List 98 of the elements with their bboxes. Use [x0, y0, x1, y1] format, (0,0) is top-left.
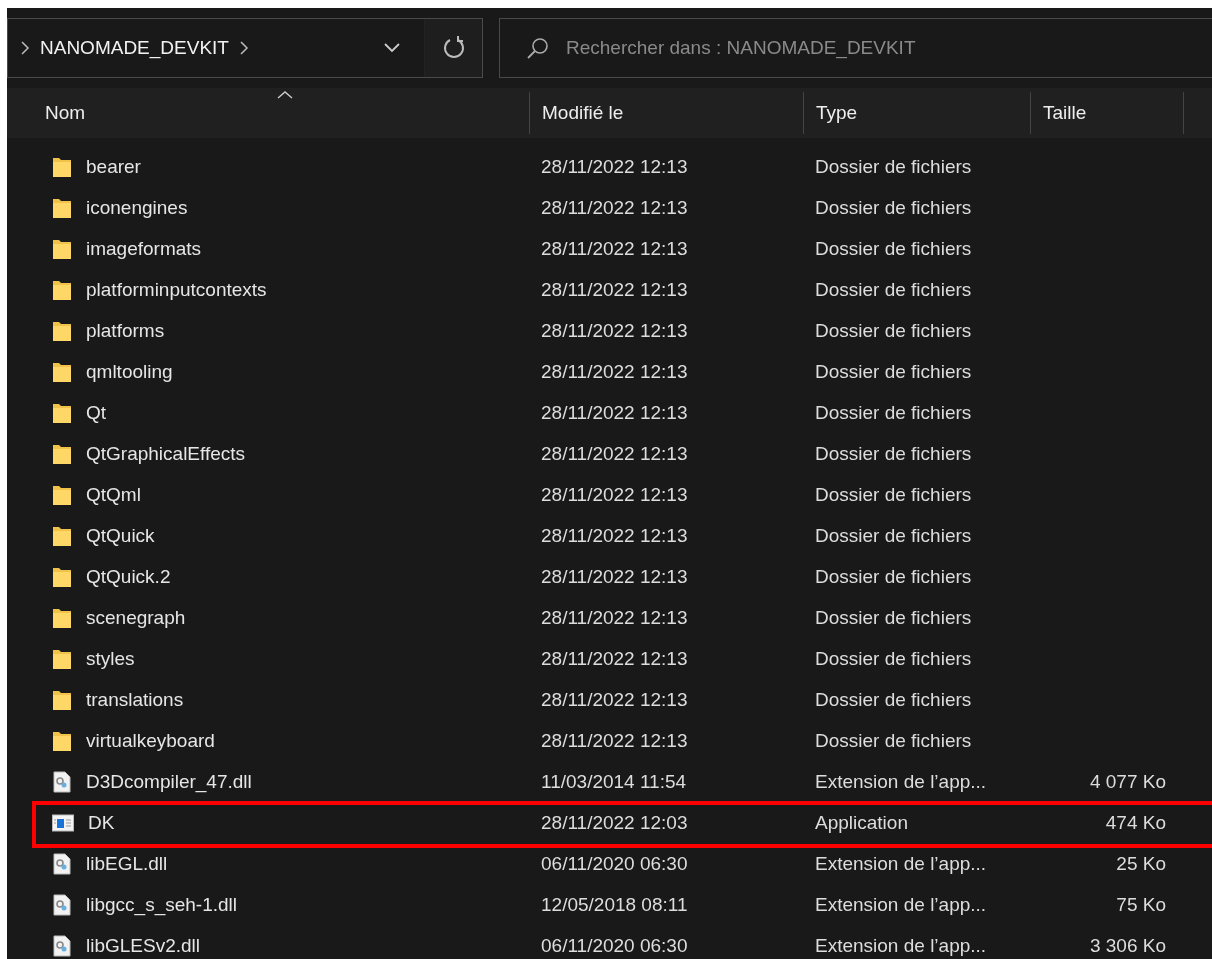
- date-cell-text: 06/11/2020 06:30: [540, 934, 689, 957]
- folder-icon: [52, 278, 72, 301]
- date-cell-text: 28/11/2022 12:13: [540, 360, 689, 383]
- chevron-right-icon[interactable]: [20, 40, 30, 56]
- date-cell-text: 28/11/2022 12:13: [540, 196, 689, 219]
- file-name[interactable]: translations: [86, 688, 184, 711]
- date-cell-text: 12/05/2018 08:11: [540, 893, 689, 916]
- size-cell-text: 25 Ko: [1115, 852, 1166, 875]
- file-name[interactable]: QtQuick.2: [86, 565, 171, 588]
- column-header[interactable]: Taille: [1031, 92, 1184, 134]
- chevron-right-icon[interactable]: [239, 40, 249, 56]
- column-header[interactable]: Modifié le: [530, 92, 804, 134]
- type-cell-text: Dossier de fichiers: [814, 524, 973, 547]
- folder-icon: [52, 524, 72, 547]
- file-name[interactable]: styles: [86, 647, 135, 670]
- date-cell-text: 28/11/2022 12:13: [540, 483, 689, 506]
- type-cell-text: Dossier de fichiers: [814, 237, 973, 260]
- folder-icon: [52, 606, 72, 629]
- date-cell-text: 28/11/2022 12:13: [540, 688, 689, 711]
- gear-file-icon: [52, 934, 72, 957]
- folder-icon: [52, 196, 72, 219]
- refresh-button[interactable]: [424, 19, 482, 77]
- type-cell-text: Dossier de fichiers: [814, 278, 973, 301]
- gear-file-icon: [52, 852, 72, 875]
- gear-file-icon: [52, 893, 72, 916]
- search-icon: [526, 36, 550, 60]
- file-name[interactable]: libgcc_s_seh-1.dll: [86, 893, 238, 916]
- folder-icon: [52, 729, 72, 752]
- type-cell-text: Dossier de fichiers: [814, 565, 973, 588]
- file-name[interactable]: QtQml: [86, 483, 141, 506]
- type-cell-text: Dossier de fichiers: [814, 647, 973, 670]
- type-cell-text: Dossier de fichiers: [814, 196, 973, 219]
- date-cell-text: 28/11/2022 12:13: [540, 319, 689, 342]
- date-cell-text: 28/11/2022 12:13: [540, 278, 689, 301]
- folder-icon: [52, 360, 72, 383]
- date-cell-text: 28/11/2022 12:13: [540, 442, 689, 465]
- path-segment[interactable]: NANOMADE_DEVKIT: [40, 37, 229, 59]
- size-cell-text: 75 Ko: [1115, 893, 1166, 916]
- date-cell-text: 06/11/2020 06:30: [540, 852, 689, 875]
- type-cell-text: Dossier de fichiers: [814, 360, 973, 383]
- date-cell-text: 28/11/2022 12:13: [540, 237, 689, 260]
- folder-icon: [52, 483, 72, 506]
- size-cell-text: 4 077 Ko: [1088, 770, 1166, 793]
- date-cell-text: 28/11/2022 12:13: [540, 155, 689, 178]
- date-cell-text: 28/11/2022 12:13: [540, 401, 689, 424]
- file-name[interactable]: Qt: [86, 401, 107, 424]
- type-cell-text: Dossier de fichiers: [814, 483, 973, 506]
- column-header[interactable]: Type: [804, 92, 1031, 134]
- file-name[interactable]: platforminputcontexts: [86, 278, 267, 301]
- folder-icon: [52, 647, 72, 670]
- type-cell-text: Dossier de fichiers: [814, 442, 973, 465]
- folder-icon: [52, 688, 72, 711]
- gear-file-icon: [52, 770, 72, 793]
- folder-icon: [52, 237, 72, 260]
- type-cell-text: Extension de l’app...: [814, 852, 988, 875]
- file-name[interactable]: libEGL.dll: [86, 852, 168, 875]
- date-cell-text: 28/11/2022 12:13: [540, 524, 689, 547]
- address-bar[interactable]: NANOMADE_DEVKIT: [7, 18, 483, 78]
- type-cell-text: Dossier de fichiers: [814, 688, 973, 711]
- type-cell-text: Dossier de fichiers: [814, 319, 973, 342]
- column-header[interactable]: Nom: [7, 92, 530, 134]
- file-name[interactable]: DK: [88, 811, 115, 834]
- type-cell-text: Extension de l’app...: [814, 770, 988, 793]
- date-cell-text: 28/11/2022 12:13: [540, 647, 689, 670]
- folder-icon: [52, 565, 72, 588]
- file-name[interactable]: D3Dcompiler_47.dll: [86, 770, 252, 793]
- folder-icon: [52, 442, 72, 465]
- file-name[interactable]: scenegraph: [86, 606, 186, 629]
- size-cell-text: 474 Ko: [1104, 811, 1166, 834]
- type-cell-text: Dossier de fichiers: [814, 729, 973, 752]
- type-cell-text: Extension de l’app...: [814, 934, 988, 957]
- type-cell-text: Dossier de fichiers: [814, 401, 973, 424]
- file-name[interactable]: bearer: [86, 155, 141, 178]
- date-cell-text: 28/11/2022 12:03: [540, 811, 689, 834]
- date-cell-text: 11/03/2014 11:54: [540, 770, 688, 793]
- date-cell-text: 28/11/2022 12:13: [540, 606, 689, 629]
- file-name[interactable]: QtQuick: [86, 524, 155, 547]
- file-name[interactable]: QtGraphicalEffects: [86, 442, 246, 465]
- search-field[interactable]: Rechercher dans : NANOMADE_DEVKIT: [564, 36, 1212, 60]
- file-name[interactable]: imageformats: [86, 237, 202, 260]
- search-box[interactable]: Rechercher dans : NANOMADE_DEVKIT: [499, 18, 1212, 78]
- folder-icon: [52, 319, 72, 342]
- type-cell-text: Application: [814, 811, 909, 834]
- type-cell-text: Dossier de fichiers: [814, 606, 973, 629]
- folder-icon: [52, 401, 72, 424]
- folder-icon: [52, 155, 72, 178]
- file-name[interactable]: virtualkeyboard: [86, 729, 215, 752]
- type-cell-text: Dossier de fichiers: [814, 155, 973, 178]
- window-icon: [52, 813, 74, 832]
- file-name[interactable]: platforms: [86, 319, 165, 342]
- date-cell-text: 28/11/2022 12:13: [540, 565, 689, 588]
- file-name[interactable]: qmltooling: [86, 360, 173, 383]
- date-cell-text: 28/11/2022 12:13: [540, 729, 689, 752]
- file-name[interactable]: iconengines: [86, 196, 188, 219]
- dropdown-caret-icon[interactable]: [382, 42, 402, 54]
- file-name[interactable]: libGLESv2.dll: [86, 934, 201, 957]
- type-cell-text: Extension de l’app...: [814, 893, 988, 916]
- size-cell-text: 3 306 Ko: [1088, 934, 1166, 957]
